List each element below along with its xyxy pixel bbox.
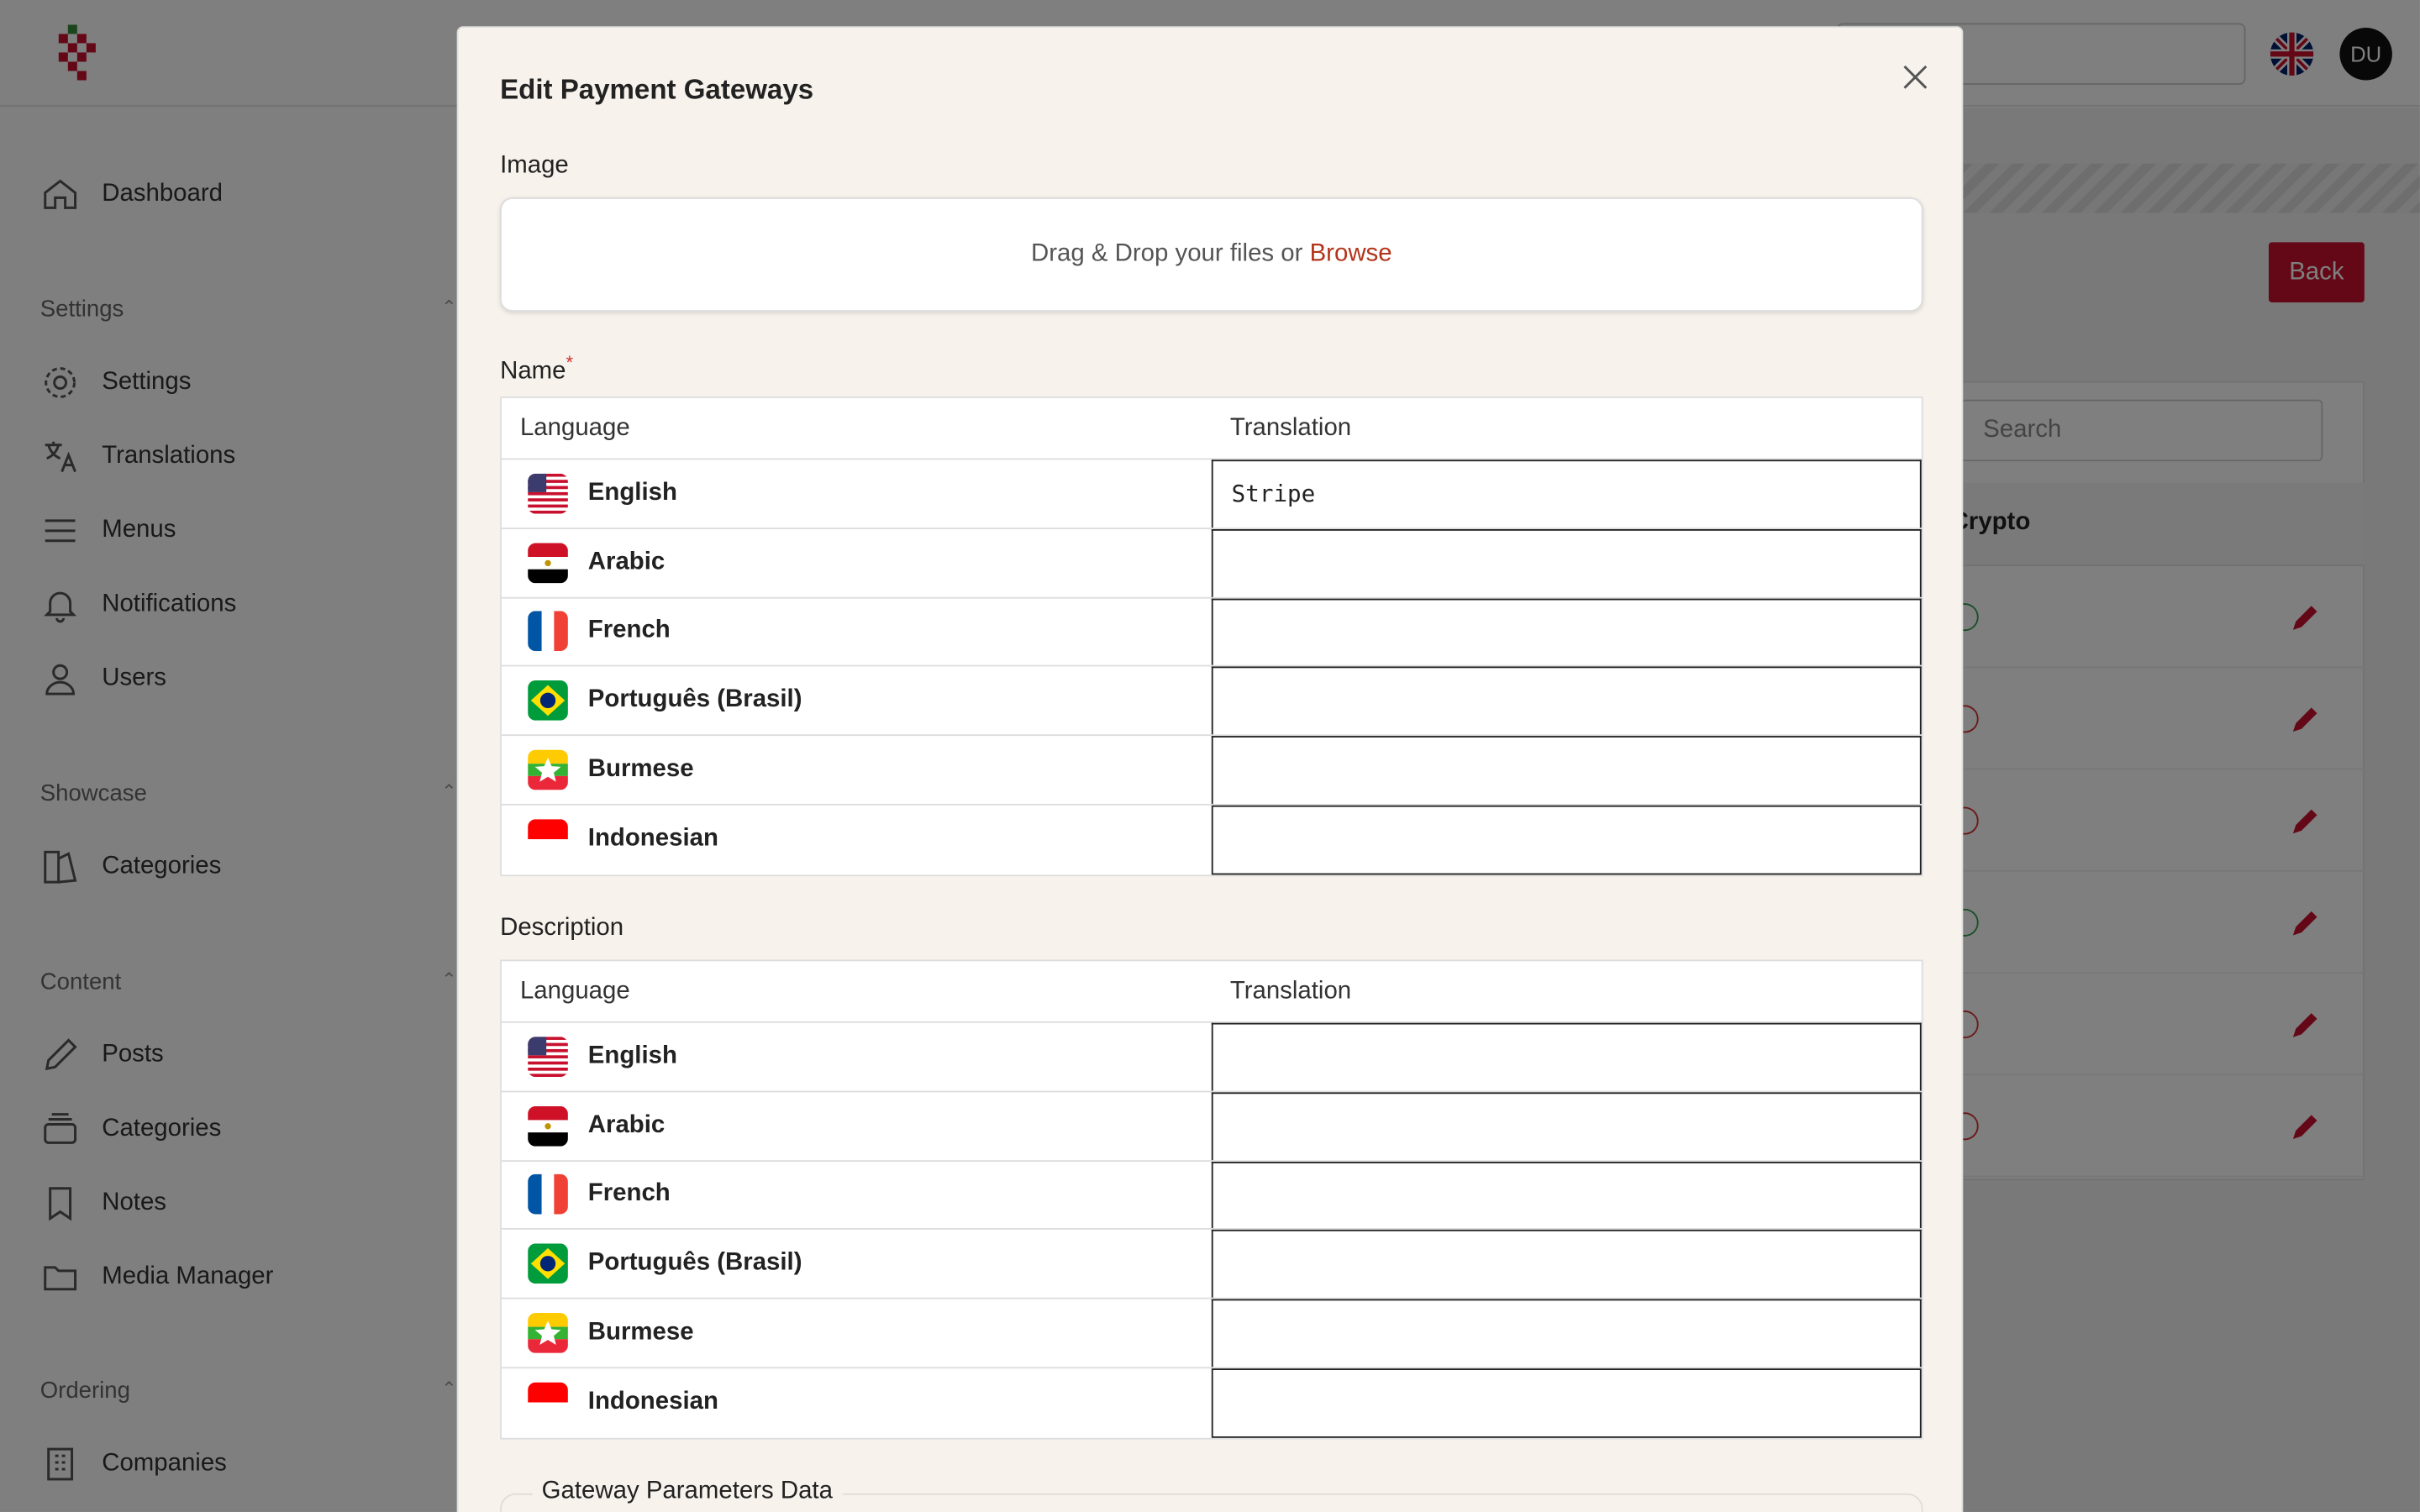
name-input-french[interactable] bbox=[1211, 597, 1922, 666]
description-label: Description bbox=[500, 915, 624, 942]
table-header: Language Translation bbox=[501, 961, 1922, 1023]
table-row: Indonesian bbox=[502, 1368, 1922, 1438]
table-row: Arabic bbox=[501, 528, 1922, 598]
dropzone-text: Drag & Drop your files or bbox=[1031, 240, 1310, 267]
close-icon[interactable] bbox=[1900, 61, 1931, 92]
name-input-indonesian[interactable] bbox=[1211, 805, 1922, 875]
brazil-flag-icon bbox=[528, 1243, 568, 1284]
name-input-portuguese[interactable] bbox=[1211, 667, 1922, 735]
table-row: Português (Brasil) bbox=[501, 1230, 1922, 1299]
table-row: Burmese bbox=[501, 736, 1922, 806]
us-flag-icon bbox=[528, 473, 568, 514]
description-input-burmese[interactable] bbox=[1211, 1299, 1922, 1368]
name-input-english[interactable]: Stripe bbox=[1211, 459, 1922, 528]
table-row: Burmese bbox=[501, 1299, 1922, 1369]
modal-title: Edit Payment Gateways bbox=[500, 74, 814, 105]
image-dropzone[interactable]: Drag & Drop your files or Browse bbox=[500, 197, 1923, 312]
language-name: Português (Brasil) bbox=[587, 1250, 802, 1277]
required-mark: * bbox=[566, 351, 574, 374]
table-header: Language Translation bbox=[501, 398, 1922, 460]
table-row: Português (Brasil) bbox=[501, 667, 1922, 737]
language-name: French bbox=[587, 617, 671, 644]
language-name: Indonesian bbox=[587, 1389, 718, 1415]
language-name: Burmese bbox=[587, 756, 694, 783]
name-translations-table: Language Translation English Stripe Arabi… bbox=[500, 396, 1923, 876]
indonesia-flag-icon bbox=[528, 819, 568, 860]
france-flag-icon bbox=[528, 1174, 568, 1215]
table-row: English bbox=[501, 1022, 1922, 1093]
description-input-arabic[interactable] bbox=[1211, 1092, 1922, 1160]
language-name: English bbox=[587, 1042, 677, 1069]
france-flag-icon bbox=[528, 612, 568, 652]
indonesia-flag-icon bbox=[528, 1383, 568, 1424]
description-input-indonesian[interactable] bbox=[1211, 1368, 1922, 1438]
table-row: English Stripe bbox=[501, 459, 1922, 529]
us-flag-icon bbox=[528, 1037, 568, 1077]
image-label: Image bbox=[500, 152, 569, 180]
table-row: French bbox=[501, 1161, 1922, 1231]
table-row: Arabic bbox=[501, 1092, 1922, 1162]
language-name: French bbox=[587, 1180, 671, 1208]
myanmar-flag-icon bbox=[528, 1313, 568, 1353]
myanmar-flag-icon bbox=[528, 749, 568, 790]
egypt-flag-icon bbox=[528, 542, 568, 583]
description-input-french[interactable] bbox=[1211, 1161, 1922, 1229]
brazil-flag-icon bbox=[528, 680, 568, 722]
egypt-flag-icon bbox=[528, 1105, 568, 1147]
description-input-portuguese[interactable] bbox=[1211, 1230, 1922, 1299]
description-input-english[interactable] bbox=[1211, 1022, 1922, 1091]
name-input-arabic[interactable] bbox=[1211, 528, 1922, 597]
table-row: Indonesian bbox=[502, 805, 1922, 875]
language-name: Burmese bbox=[587, 1319, 694, 1346]
name-label: Name* bbox=[500, 351, 574, 385]
browse-link[interactable]: Browse bbox=[1310, 241, 1392, 267]
gateway-parameters-legend: Gateway Parameters Data bbox=[532, 1478, 842, 1506]
language-name: Português (Brasil) bbox=[587, 686, 802, 714]
name-input-burmese[interactable] bbox=[1211, 736, 1922, 804]
description-translations-table: Language Translation English Arabic Frenc… bbox=[500, 959, 1923, 1440]
language-name: Arabic bbox=[587, 549, 666, 575]
table-row: French bbox=[501, 597, 1922, 668]
language-name: English bbox=[587, 480, 677, 507]
edit-payment-gateways-modal: Edit Payment Gateways Image Drag & Drop … bbox=[456, 26, 1964, 1512]
language-name: Indonesian bbox=[587, 826, 718, 853]
language-name: Arabic bbox=[587, 1111, 666, 1138]
